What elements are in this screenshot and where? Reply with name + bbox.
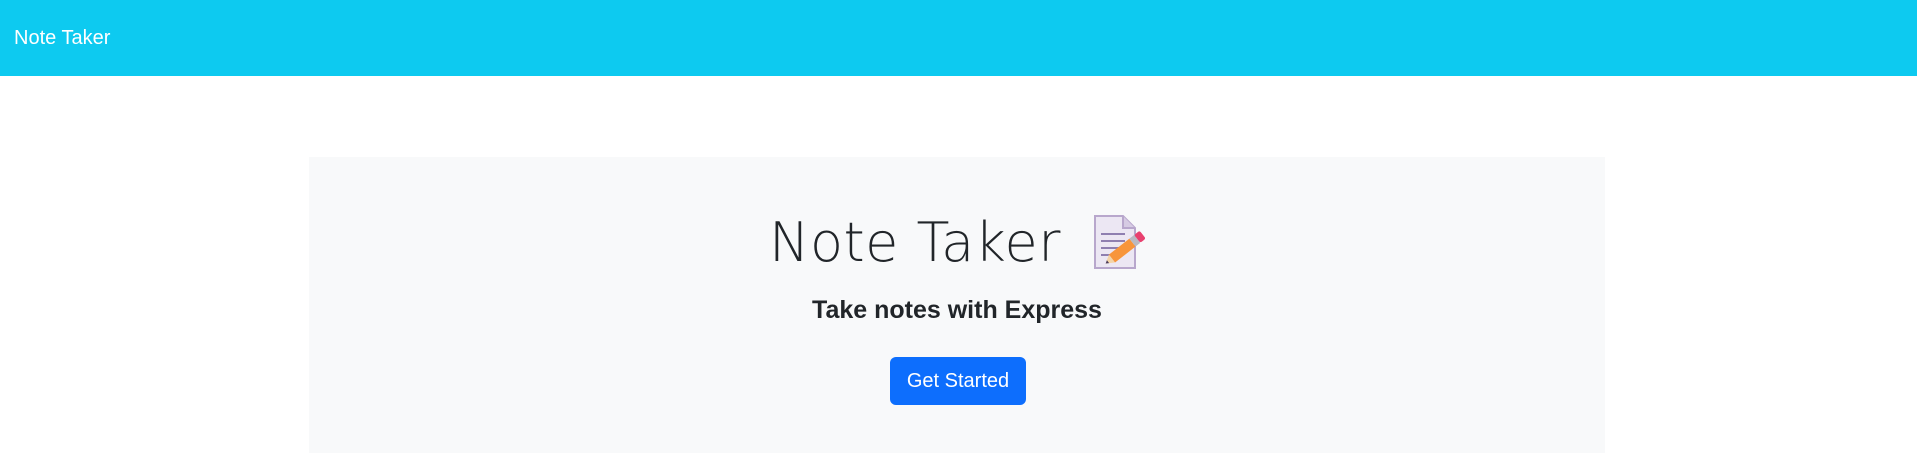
navbar: Note Taker [0, 0, 1917, 76]
hero-title-text: Note Taker [769, 210, 1061, 274]
get-started-button[interactable]: Get Started [889, 357, 1027, 405]
hero-panel: Note Taker Take notes with Express Get S… [309, 157, 1605, 453]
hero-actions: Get Started [309, 357, 1605, 405]
hero-title: Note Taker [309, 207, 1605, 277]
hero-subtitle: Take notes with Express [812, 296, 1102, 324]
memo-icon [1089, 212, 1145, 272]
navbar-brand-link[interactable]: Note Taker [14, 27, 110, 50]
